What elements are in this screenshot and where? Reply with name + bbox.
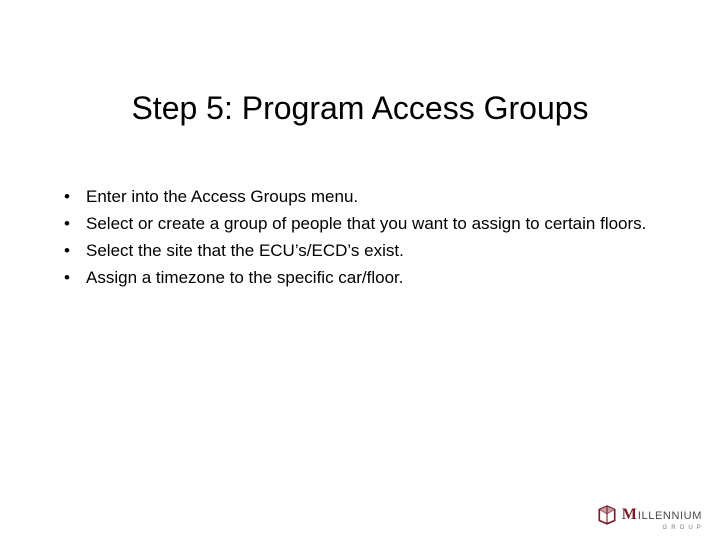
slide: Step 5: Program Access Groups Enter into… (0, 0, 720, 540)
logo-subtext: G R O U P (663, 525, 702, 531)
list-item: Enter into the Access Groups menu. (60, 186, 660, 209)
list-item: Select or create a group of people that … (60, 213, 660, 236)
logo-rest-letters: ILLENNIUM (638, 511, 702, 522)
logo-mark-icon (596, 504, 618, 526)
slide-content: Enter into the Access Groups menu. Selec… (60, 186, 660, 294)
brand-logo: M ILLENNIUM G R O U P (596, 504, 702, 526)
bullet-list: Enter into the Access Groups menu. Selec… (60, 186, 660, 290)
slide-title: Step 5: Program Access Groups (0, 90, 720, 127)
logo-first-letter: M (622, 507, 637, 523)
list-item: Select the site that the ECU’s/ECD’s exi… (60, 240, 660, 263)
logo-text: M ILLENNIUM G R O U P (622, 507, 702, 523)
list-item: Assign a timezone to the specific car/fl… (60, 267, 660, 290)
